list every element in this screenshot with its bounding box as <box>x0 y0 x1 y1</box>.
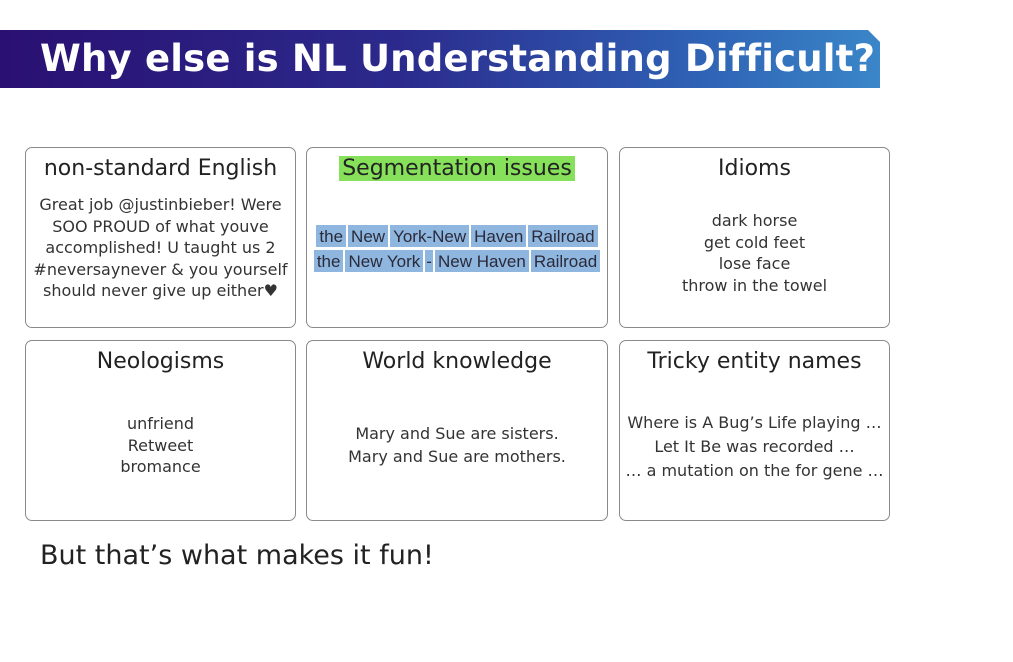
title-banner: Why else is NL Understanding Difficult? <box>0 30 880 88</box>
card-segmentation-issues: Segmentation issues the New York-New Hav… <box>306 147 608 328</box>
example-line: Where is A Bug’s Life playing … <box>627 413 882 432</box>
token: the <box>316 225 347 247</box>
banner-corner <box>868 30 880 42</box>
card-idioms: Idioms dark horse get cold feet lose fac… <box>619 147 890 328</box>
card-heading: Tricky entity names <box>647 349 862 374</box>
token: Railroad <box>530 250 601 272</box>
closing-remark: But that’s what makes it fun! <box>40 540 434 571</box>
segmentation-row: the New York - New Haven Railroad <box>307 250 607 272</box>
segmentation-examples: the New York-New Haven Railroad the New … <box>307 225 607 275</box>
highlighted-heading: Segmentation issues <box>339 156 575 181</box>
example-line: get cold feet <box>703 232 806 252</box>
example-line: Let It Be was recorded … <box>654 437 855 456</box>
example-line: bromance <box>120 457 201 476</box>
token: York-New <box>390 225 470 247</box>
card-example-text: Where is A Bug’s Life playing … Let It B… <box>620 411 889 483</box>
example-line: SOO PROUD of what youve <box>52 216 269 236</box>
token: Haven <box>471 225 527 247</box>
card-tricky-entity-names: Tricky entity names Where is A Bug’s Lif… <box>619 340 890 521</box>
card-heading: Segmentation issues <box>307 156 607 181</box>
card-heading: non-standard English <box>43 156 278 181</box>
example-line: Mary and Sue are mothers. <box>348 447 566 466</box>
example-line: Mary and Sue are sisters. <box>355 424 559 443</box>
card-world-knowledge: World knowledge Mary and Sue are sisters… <box>306 340 608 521</box>
card-non-standard-english: non-standard English Great job @justinbi… <box>25 147 296 328</box>
example-line: lose face <box>718 254 791 273</box>
example-line: Retweet <box>127 435 194 455</box>
example-line: #neversaynever & you yourself <box>33 259 288 279</box>
example-line: Great job @justinbieber! Were <box>39 195 282 214</box>
example-line: accomplished! U taught us 2 <box>45 238 276 257</box>
card-heading: World knowledge <box>362 349 552 374</box>
example-line: unfriend <box>126 414 195 433</box>
token: New York <box>345 250 424 272</box>
example-line: dark horse <box>711 211 798 230</box>
token: - <box>425 250 433 272</box>
token: New <box>348 225 389 247</box>
example-line: throw in the towel <box>681 275 828 295</box>
example-line: should never give up either♥ <box>43 281 278 300</box>
card-example-text: Great job @justinbieber! Were SOO PROUD … <box>26 194 295 302</box>
token: New Haven <box>434 250 529 272</box>
card-example-text: Mary and Sue are sisters. Mary and Sue a… <box>307 422 607 468</box>
token: Railroad <box>528 225 598 247</box>
card-heading: Idioms <box>718 156 791 181</box>
token: the <box>313 250 344 272</box>
card-example-text: unfriend Retweet bromance <box>26 413 295 478</box>
card-heading: Neologisms <box>96 349 225 374</box>
slide-title: Why else is NL Understanding Difficult? <box>40 37 876 80</box>
segmentation-row: the New York-New Haven Railroad <box>307 225 607 247</box>
example-line: … a mutation on the for gene … <box>625 461 884 480</box>
card-example-text: dark horse get cold feet lose face throw… <box>620 210 889 296</box>
card-neologisms: Neologisms unfriend Retweet bromance <box>25 340 296 521</box>
